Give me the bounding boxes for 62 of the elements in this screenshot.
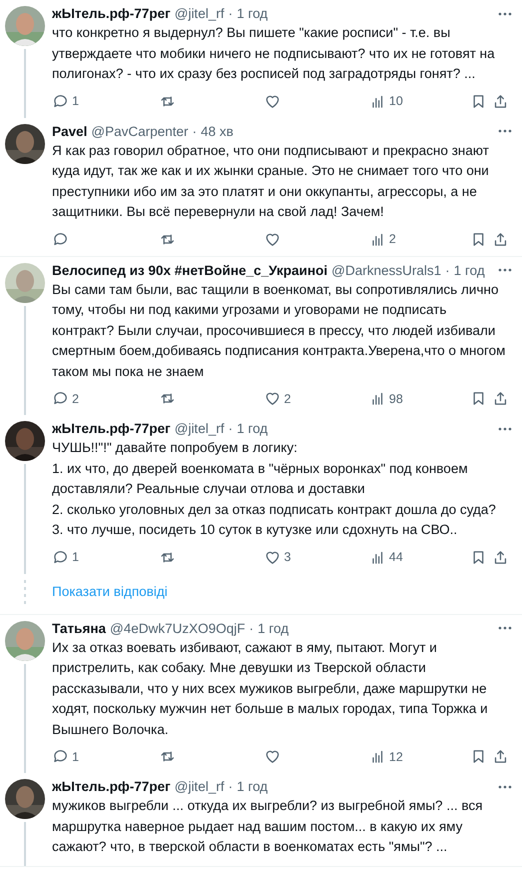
- more-icon[interactable]: [498, 626, 512, 630]
- post-text: Я как раз говорил обратное, что они подписывают и прекрасно знают куда идут, так же как и их жынки сраные. Это не снимает того что они преступники ибо им за это платят и они оккупанты, агрессоры, а не защитники. Вы всё перевернули на свой лад! Зачем!: [52, 142, 490, 221]
- author-name[interactable]: жЫтель.рф-77рег: [52, 421, 170, 436]
- reply-icon: [52, 748, 69, 765]
- reply-icon: [52, 92, 69, 110]
- reply-button[interactable]: 1: [52, 92, 159, 110]
- author-handle: @jitel_rf: [174, 779, 224, 794]
- author-handle: @jitel_rf: [174, 421, 224, 436]
- post-text: Вы сами там были, вас тащили в военкомат, вы сопротивлялись лично тому, чтобы ни под какими угрозами и уговорами не подписать контракт? Были случаи, просочившиеся в прессу, что людей избивали смертным боем,добиваясь подписания контракта.Уверена,что о многом таком мы пока не знаем: [52, 280, 506, 380]
- like-button[interactable]: 2: [264, 390, 369, 407]
- post-time[interactable]: 48 хв: [200, 124, 234, 138]
- reply-icon: [52, 390, 69, 407]
- post-text: ЧУШЬ!!"!" давайте попробуем в логику: 1. их что, до дверей военкомата в "чёрных воронках" под конвоем доставляли? Реальные случаи отлова и доставки 2. сколько уголовных дел за отказ подписать контракт дошла до суда? 3. что лучше, посидеть 10 суток в кутузке или сдохнуть на СВО..: [52, 439, 497, 539]
- post-time[interactable]: 1 год: [236, 6, 268, 21]
- views-button[interactable]: 2: [369, 230, 470, 248]
- heart-icon: [264, 390, 281, 407]
- share-icon: [492, 548, 509, 566]
- reply-button[interactable]: 1: [52, 748, 159, 765]
- separator: ·: [228, 421, 233, 436]
- reply-button[interactable]: 2: [52, 390, 159, 407]
- views-button[interactable]: 12: [369, 748, 470, 765]
- author-name[interactable]: жЫтель.рф-77рег: [52, 779, 170, 794]
- share-icon: [492, 390, 509, 407]
- separator: ·: [228, 6, 233, 21]
- more-icon[interactable]: [498, 426, 512, 430]
- author-name[interactable]: Велосипед из 90х #нетВойне_с_Украиноі: [52, 262, 328, 278]
- heart-icon: [264, 748, 281, 765]
- author-name[interactable]: Pavel: [52, 124, 88, 138]
- views-button[interactable]: 98: [369, 390, 470, 407]
- more-icon[interactable]: [498, 784, 512, 788]
- author-handle: @4eDwk7UzXO9OqjF: [110, 620, 246, 636]
- post-text: что конкретно я выдернул? Вы пишете "какие росписи" - т.е. вы утверждаете что мобики ничего не подписывают? что их не готовят на полигонах? - что их сразу без росписей под заградотряды гонят? ...: [52, 24, 496, 83]
- like-button[interactable]: 3: [264, 548, 369, 566]
- author-name[interactable]: жЫтель.рф-77рег: [52, 6, 170, 21]
- reply-button[interactable]: 1: [52, 548, 159, 566]
- post-text: Их за отказ воевать избивают, сажают в яму, пытают. Могут и пристрелить, как собаку. Мне девушки из Тверской области рассказывали, что у них всех мужиков выгребли, даже маршрутки не ходят, поскольку мужчин нет больше в малых городах, типа Торжка и Вышнего Волочка.: [52, 638, 489, 738]
- heart-icon: [264, 230, 281, 248]
- post-text: мужиков выгребли ... откуда их выгребли? из выгребной ямы? ... вся маршрутка наверное рыдает над вашим постом... в какую их яму сажают? что, в тверской области в военкоматах есть "ямы"? ...: [52, 797, 484, 856]
- views-button[interactable]: 10: [369, 92, 470, 110]
- reply-icon: [52, 548, 69, 566]
- post-time[interactable]: 1 год: [236, 779, 268, 794]
- author-handle: @DarknessUrals1: [331, 262, 442, 278]
- separator: ·: [192, 124, 197, 138]
- separator: ·: [228, 779, 233, 794]
- more-icon[interactable]: [498, 12, 512, 16]
- post-time[interactable]: 1 год: [236, 421, 268, 436]
- reply-icon: [52, 230, 69, 248]
- heart-icon: [264, 92, 281, 110]
- views-button[interactable]: 44: [369, 548, 470, 566]
- post-time[interactable]: 1 год: [258, 620, 289, 636]
- separator: ·: [249, 620, 254, 636]
- separator: ·: [445, 262, 450, 278]
- share-icon: [492, 230, 509, 248]
- heart-icon: [264, 548, 281, 566]
- post-time[interactable]: 1 год: [454, 262, 485, 278]
- author-name[interactable]: Татьяна: [52, 620, 106, 636]
- share-icon: [492, 92, 509, 110]
- share-icon: [492, 748, 509, 765]
- more-icon[interactable]: [498, 129, 512, 133]
- author-handle: @PavCarpenter: [91, 124, 188, 138]
- author-handle: @jitel_rf: [174, 6, 224, 21]
- more-icon[interactable]: [498, 268, 512, 272]
